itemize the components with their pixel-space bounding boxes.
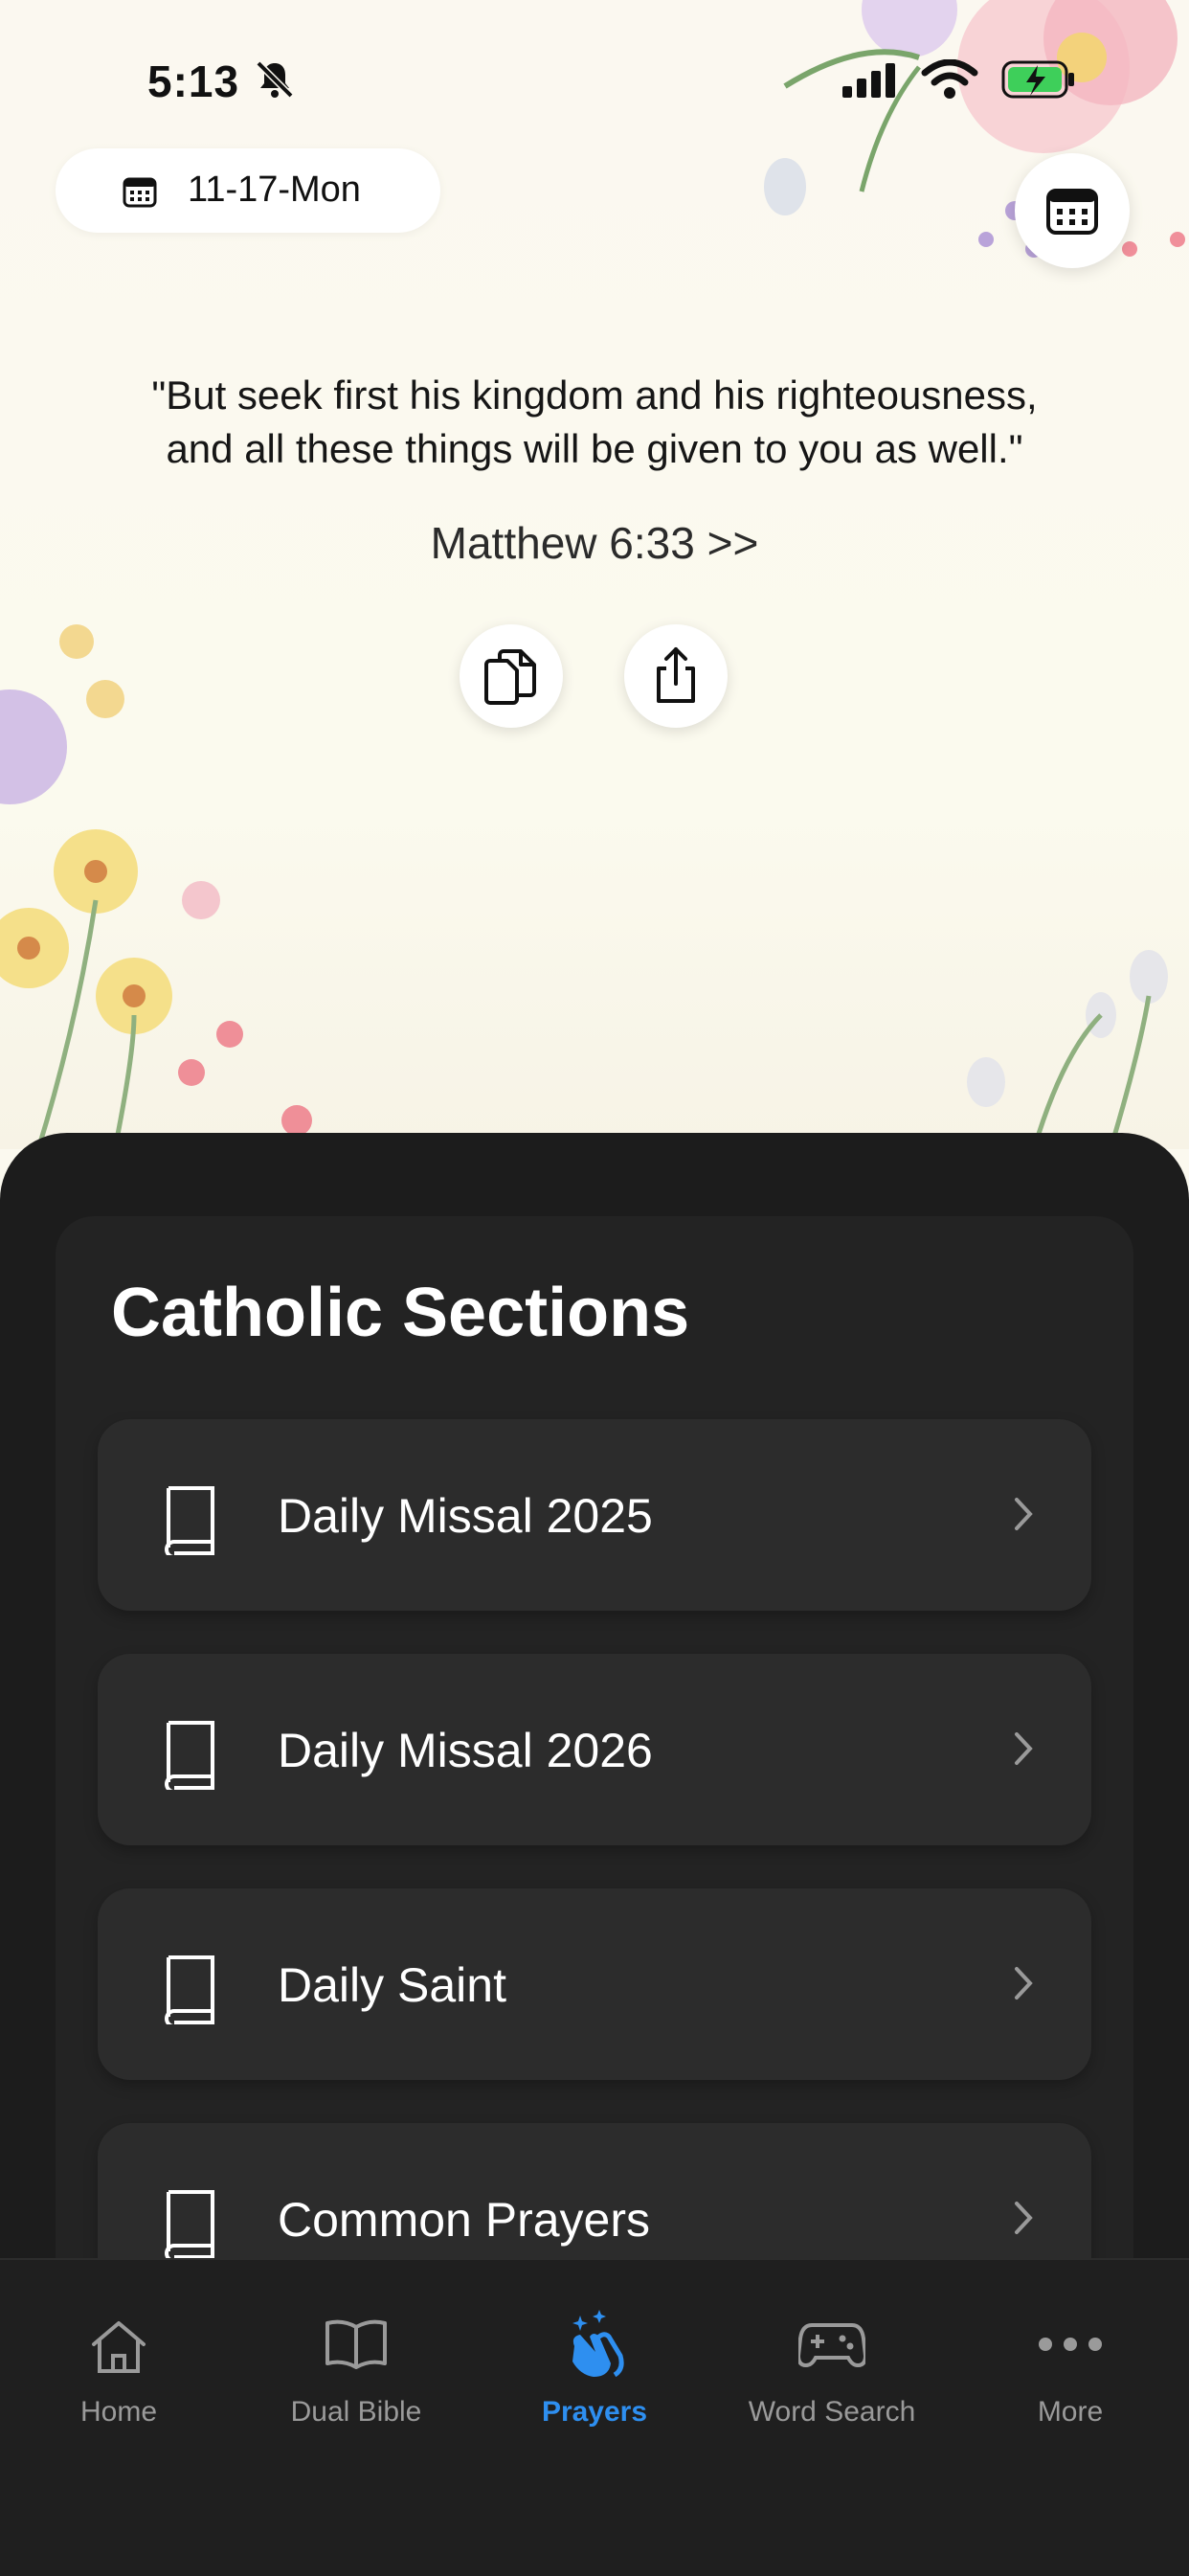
section-title: Catholic Sections <box>111 1275 690 1351</box>
section-item-daily-saint[interactable]: Daily Saint <box>98 1888 1091 2080</box>
tab-more[interactable]: More <box>952 2260 1189 2452</box>
date-label: 11-17-Mon <box>188 169 361 210</box>
chevron-right-icon <box>1015 1967 1033 2000</box>
calendar-button[interactable] <box>1015 153 1130 268</box>
wifi-icon <box>921 59 978 99</box>
chevron-right-icon <box>1015 1498 1033 1530</box>
open-book-icon <box>325 2319 387 2369</box>
tab-home[interactable]: Home <box>0 2260 237 2452</box>
copy-icon <box>484 649 536 705</box>
chevron-right-icon <box>1015 1732 1033 1765</box>
chevron-right-icon <box>1015 2202 1033 2234</box>
gamepad-icon <box>798 2323 865 2367</box>
copy-button[interactable] <box>460 624 563 728</box>
share-icon <box>657 647 695 703</box>
verse-of-the-day-area: 5:13 11-17-Mon "But seek first his kingd… <box>0 0 1189 1149</box>
tab-label: Home <box>79 2396 158 2428</box>
ellipsis-icon <box>1039 2338 1102 2351</box>
tab-bar: Home Dual Bible Prayers Word Search More <box>0 2258 1189 2576</box>
tab-label: Word Search <box>748 2396 916 2428</box>
status-time: 5:13 <box>147 56 240 106</box>
battery-charging-icon <box>1001 60 1074 99</box>
tab-dual-bible[interactable]: Dual Bible <box>237 2260 475 2452</box>
flower-decoration <box>0 624 312 1149</box>
tab-label: More <box>1037 2396 1104 2428</box>
section-item-label: Common Prayers <box>278 2193 650 2247</box>
verse-text: "But seek first his kingdom and his righ… <box>57 369 1132 476</box>
section-item-label: Daily Saint <box>278 1958 506 2012</box>
section-item-daily-missal-2026[interactable]: Daily Missal 2026 <box>98 1654 1091 1845</box>
tab-label: Prayers <box>541 2396 648 2428</box>
book-icon <box>165 2190 214 2259</box>
calendar-icon <box>1046 189 1098 235</box>
bell-muted-icon <box>256 60 294 99</box>
calendar-icon <box>123 177 157 208</box>
section-item-daily-missal-2025[interactable]: Daily Missal 2025 <box>98 1419 1091 1611</box>
flower-decoration <box>764 0 1185 258</box>
verse-line: "But seek first his kingdom and his righ… <box>151 373 1038 418</box>
verse-line: and all these things will be given to yo… <box>166 426 1023 471</box>
tab-word-search[interactable]: Word Search <box>713 2260 951 2452</box>
flower-decoration <box>967 950 1168 1149</box>
praying-hands-icon <box>572 2310 624 2378</box>
share-button[interactable] <box>624 624 728 728</box>
tab-label: Dual Bible <box>290 2396 422 2428</box>
book-icon <box>165 1955 214 2024</box>
book-icon <box>165 1721 214 1790</box>
cellular-signal-icon <box>842 63 895 98</box>
section-item-label: Daily Missal 2025 <box>278 1489 653 1543</box>
tab-prayers[interactable]: Prayers <box>476 2260 713 2452</box>
section-item-label: Daily Missal 2026 <box>278 1724 653 1777</box>
book-icon <box>165 1486 214 1555</box>
date-selector[interactable]: 11-17-Mon <box>56 148 440 233</box>
verse-reference-link[interactable]: Matthew 6:33 >> <box>0 517 1189 569</box>
home-icon <box>92 2321 146 2373</box>
